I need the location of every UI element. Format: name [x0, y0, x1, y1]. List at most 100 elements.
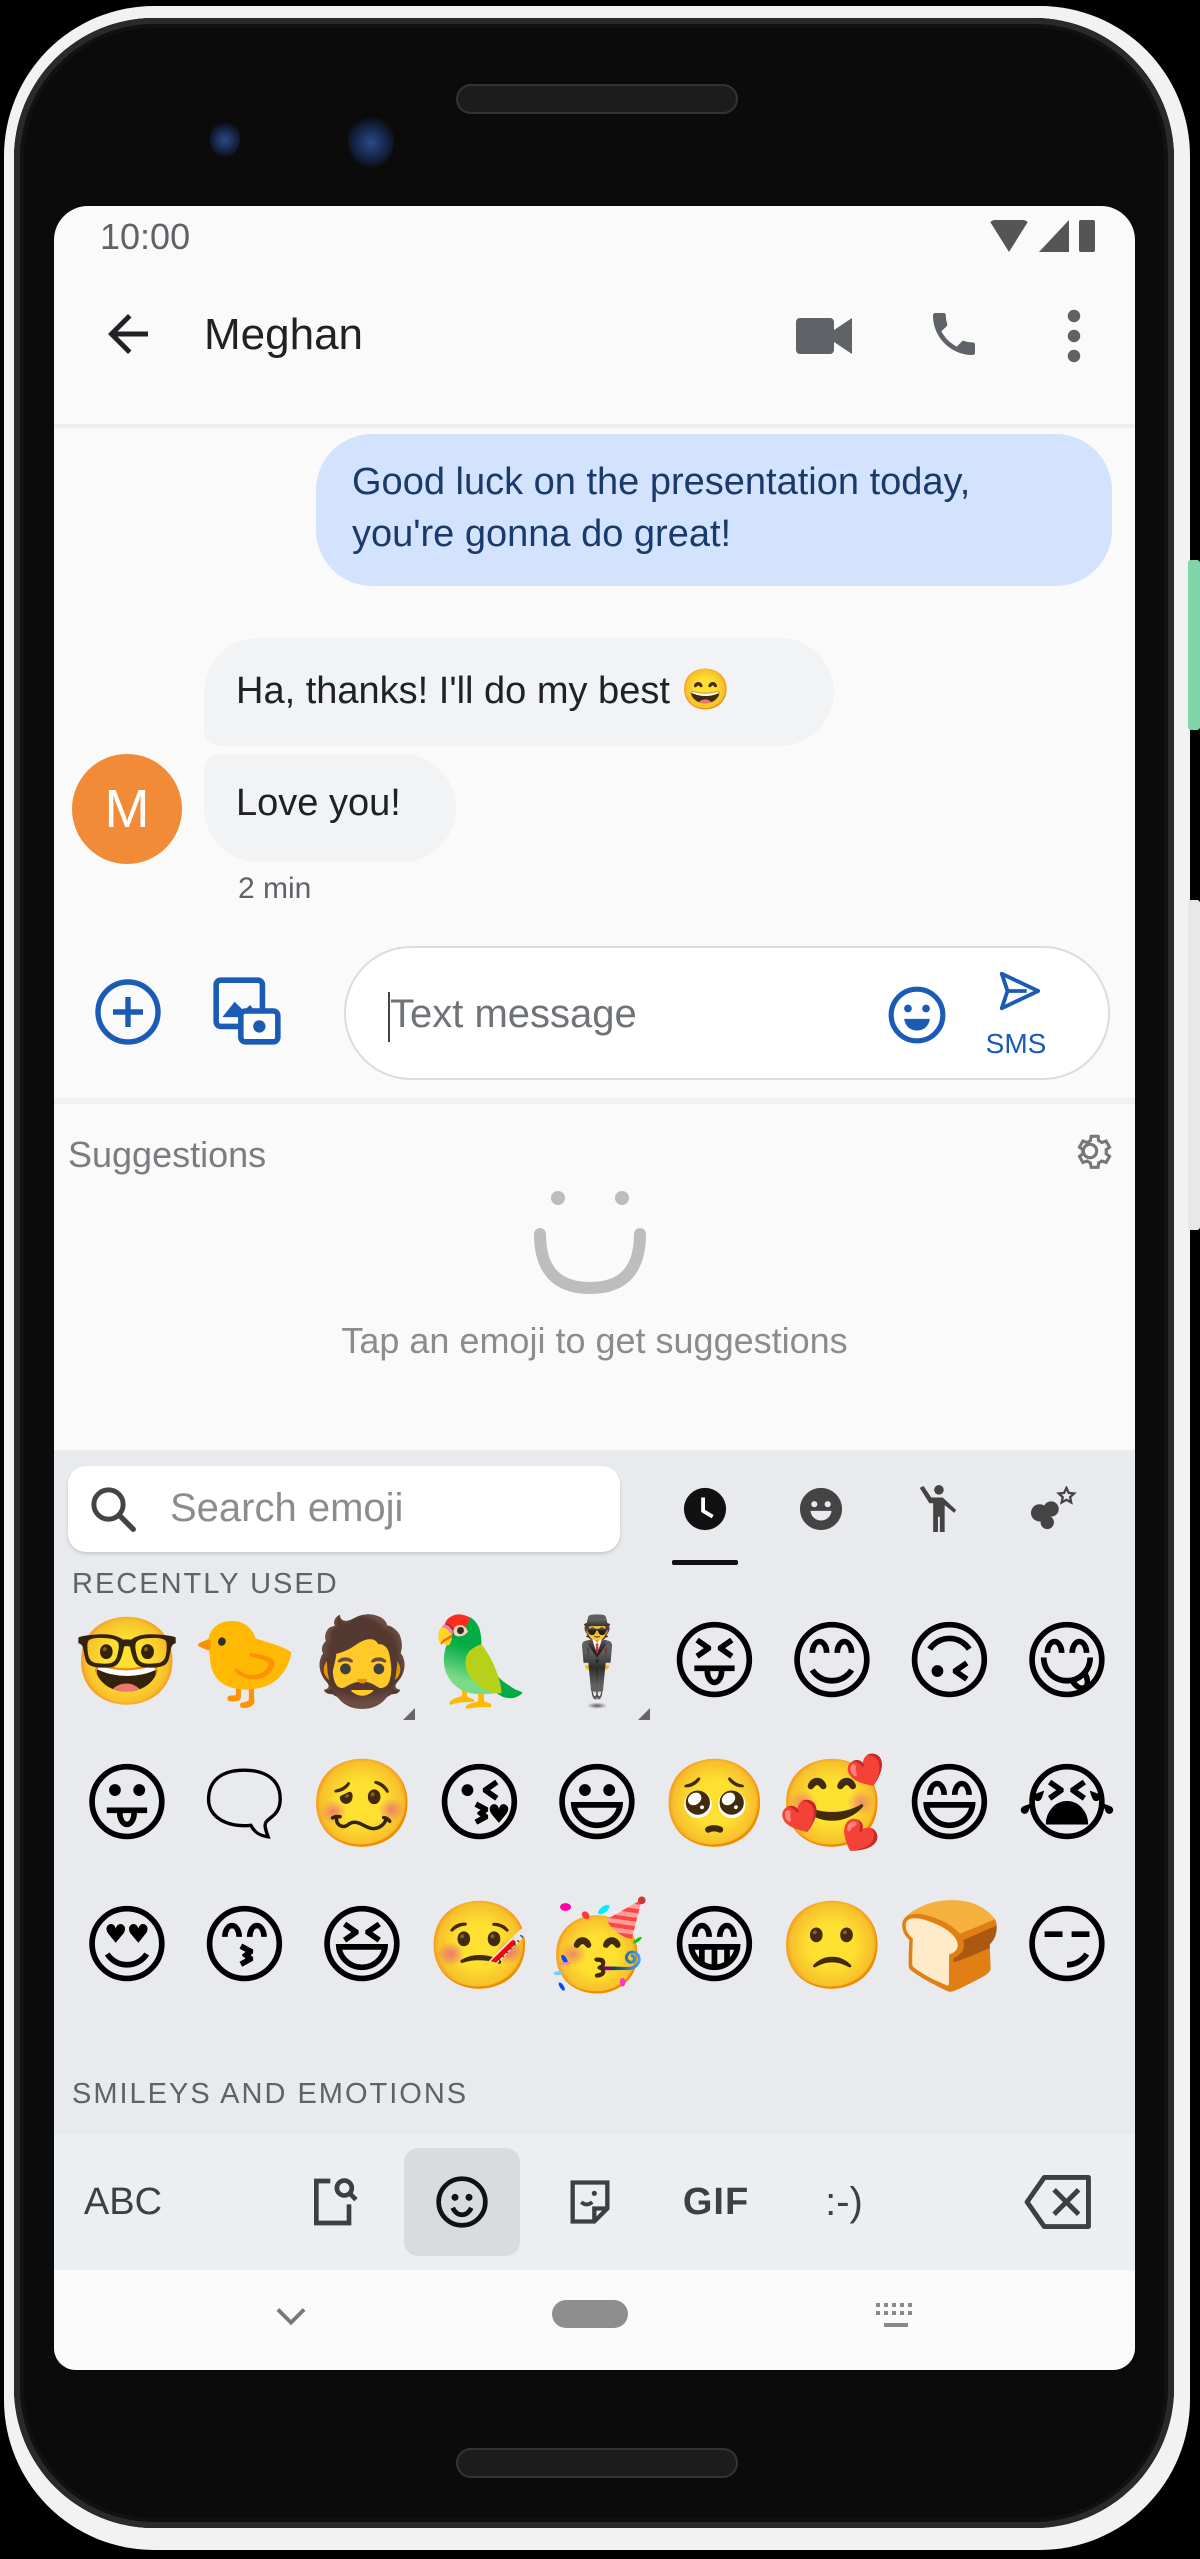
- send-button[interactable]: SMS: [976, 966, 1056, 1066]
- emoji-key[interactable]: 😍: [68, 1886, 186, 2006]
- bottom-speaker: [456, 2448, 738, 2478]
- contact-avatar[interactable]: M: [72, 754, 182, 864]
- sticker-key[interactable]: [540, 2148, 640, 2256]
- emoji-key[interactable]: 🧔: [303, 1602, 421, 1722]
- volume-button: [1188, 900, 1200, 1230]
- battery-icon: [1079, 220, 1095, 252]
- emoji-key[interactable]: 😄: [891, 1744, 1009, 1864]
- clock-icon: [683, 1487, 727, 1531]
- sent-message[interactable]: Good luck on the presentation today, you…: [316, 434, 1112, 586]
- section-recently-used: RECENTLY USED: [72, 1568, 339, 1600]
- tab-animals-nature[interactable]: [1026, 1482, 1080, 1536]
- emoji-row: 😛 🗨 🥴 😘 😃 🥺 🥰 😄 😭: [54, 1744, 1135, 1884]
- emoji-key[interactable]: 😆: [303, 1886, 421, 2006]
- sent-message-text: Good luck on the presentation today, you…: [352, 461, 971, 555]
- emoji-key[interactable]: 🥰: [773, 1744, 891, 1864]
- home-pill[interactable]: [552, 2300, 628, 2328]
- contact-name: Meghan: [204, 310, 364, 359]
- compose-bar: Text message SMS: [54, 936, 1135, 1086]
- smiley-icon: [799, 1487, 843, 1531]
- emoji-key[interactable]: 🕴: [538, 1602, 656, 1722]
- emoji-search-placeholder: Search emoji: [170, 1486, 404, 1530]
- app-bar-divider: [54, 424, 1135, 428]
- emoji-button-icon[interactable]: [886, 984, 948, 1046]
- emoji-key[interactable]: 🍞: [891, 1886, 1009, 2006]
- gif-key[interactable]: GIF: [666, 2148, 766, 2256]
- emoji-key[interactable]: 🥺: [656, 1744, 774, 1864]
- emoji-key[interactable]: 😏: [1008, 1886, 1126, 2006]
- navigation-bar: [54, 2270, 1135, 2370]
- emoji-search-key[interactable]: [280, 2148, 390, 2256]
- emoji-key[interactable]: 🐤: [186, 1602, 304, 1722]
- search-icon: [91, 1487, 136, 1532]
- grinning-emoji: 😄: [680, 668, 731, 712]
- screen: 10:00 Meghan Good luck on the presentati…: [54, 206, 1135, 2370]
- emoji-key[interactable]: 😘: [421, 1744, 539, 1864]
- back-arrow-icon[interactable]: [98, 304, 158, 364]
- tab-people[interactable]: [910, 1482, 964, 1536]
- emoticon-key[interactable]: :-): [794, 2148, 894, 2256]
- power-button: [1188, 560, 1200, 730]
- abc-key[interactable]: ABC: [68, 2148, 178, 2256]
- emoji-key[interactable]: 🤒: [421, 1886, 539, 2006]
- keyboard-bottom-bar: ABC GIF :-): [54, 2134, 1135, 2270]
- emoji-category-tabs: [634, 1464, 1134, 1565]
- emoji-key[interactable]: 🤓: [68, 1602, 186, 1722]
- more-options-icon[interactable]: [1064, 306, 1084, 366]
- status-icons: [989, 220, 1095, 252]
- emoji-key[interactable]: 😛: [68, 1744, 186, 1864]
- emoji-key[interactable]: 😊: [773, 1602, 891, 1722]
- emoji-key[interactable]: 🙁: [773, 1886, 891, 2006]
- hide-keyboard-chevron-icon[interactable]: [276, 2306, 306, 2328]
- suggestions-title: Suggestions: [68, 1134, 267, 1175]
- gallery-camera-icon[interactable]: [210, 974, 284, 1048]
- front-sensor: [210, 118, 240, 158]
- emoji-key[interactable]: 🦜: [421, 1602, 539, 1722]
- animal-nature-icon: [1030, 1486, 1077, 1530]
- phone-call-icon[interactable]: [926, 306, 982, 362]
- emoji-row: 🤓 🐤 🧔 🦜 🕴 😝 😊 🙃 😋: [54, 1602, 1135, 1742]
- person-waving-icon: [919, 1485, 957, 1532]
- emoji-key[interactable]: 😙: [186, 1886, 304, 2006]
- tab-smileys[interactable]: [794, 1482, 848, 1536]
- emoji-row: 😍 😙 😆 🤒 🥳 😁 🙁 🍞 😏: [54, 1886, 1135, 2026]
- emoji-key[interactable]: 🙃: [891, 1602, 1009, 1722]
- signal-icon: [1039, 220, 1069, 252]
- received-message-text: Love you!: [236, 782, 401, 824]
- gear-icon[interactable]: [1067, 1128, 1113, 1174]
- received-message[interactable]: Ha, thanks! I'll do my best 😄: [204, 638, 834, 746]
- emoji-suggestions-panel: Suggestions Tap an emoji to get suggesti…: [54, 1104, 1135, 1450]
- emoji-search-input[interactable]: Search emoji: [68, 1466, 620, 1552]
- wifi-icon: [989, 220, 1029, 252]
- emoji-keyboard: Search emoji RECENTLY USED 🤓 🐤 🧔 🦜 🕴 😝 😊 🙃 😋: [54, 1450, 1135, 2134]
- emoji-key[interactable]: 🥴: [303, 1744, 421, 1864]
- emoji-key[interactable]: [404, 2148, 520, 2256]
- emoji-key[interactable]: 😭: [1008, 1744, 1126, 1864]
- status-bar: 10:00: [54, 206, 1135, 266]
- backspace-key[interactable]: [1004, 2148, 1114, 2256]
- earpiece-speaker: [456, 84, 738, 114]
- sticker-icon: [570, 2180, 610, 2224]
- backspace-icon: [1024, 2175, 1091, 2229]
- emoji-key[interactable]: 🥳: [538, 1886, 656, 2006]
- message-input[interactable]: Text message SMS: [344, 946, 1110, 1080]
- received-message[interactable]: Love you!: [204, 754, 456, 862]
- add-attachment-icon[interactable]: [92, 976, 164, 1048]
- received-message-text: Ha, thanks! I'll do my best: [236, 670, 670, 712]
- skin-tone-variant-indicator: [403, 1708, 415, 1720]
- suggestions-hint: Tap an emoji to get suggestions: [341, 1320, 848, 1361]
- skin-tone-variant-indicator: [638, 1708, 650, 1720]
- status-time: 10:00: [100, 216, 191, 257]
- sticker-search-icon: [314, 2178, 358, 2226]
- section-smileys-emotions: SMILEYS AND EMOTIONS: [72, 2078, 469, 2110]
- smiley-face-icon: [436, 2176, 488, 2228]
- emoji-key[interactable]: 😃: [538, 1744, 656, 1864]
- emoji-key[interactable]: 😁: [656, 1886, 774, 2006]
- tab-recent[interactable]: [678, 1482, 732, 1536]
- keyboard-switch-icon[interactable]: [874, 2300, 918, 2334]
- emoji-key[interactable]: 😝: [656, 1602, 774, 1722]
- video-call-icon[interactable]: [796, 316, 852, 356]
- emoji-key[interactable]: 🗨: [186, 1744, 304, 1864]
- message-placeholder: Text message: [390, 992, 637, 1036]
- emoji-key[interactable]: 😋: [1008, 1602, 1126, 1722]
